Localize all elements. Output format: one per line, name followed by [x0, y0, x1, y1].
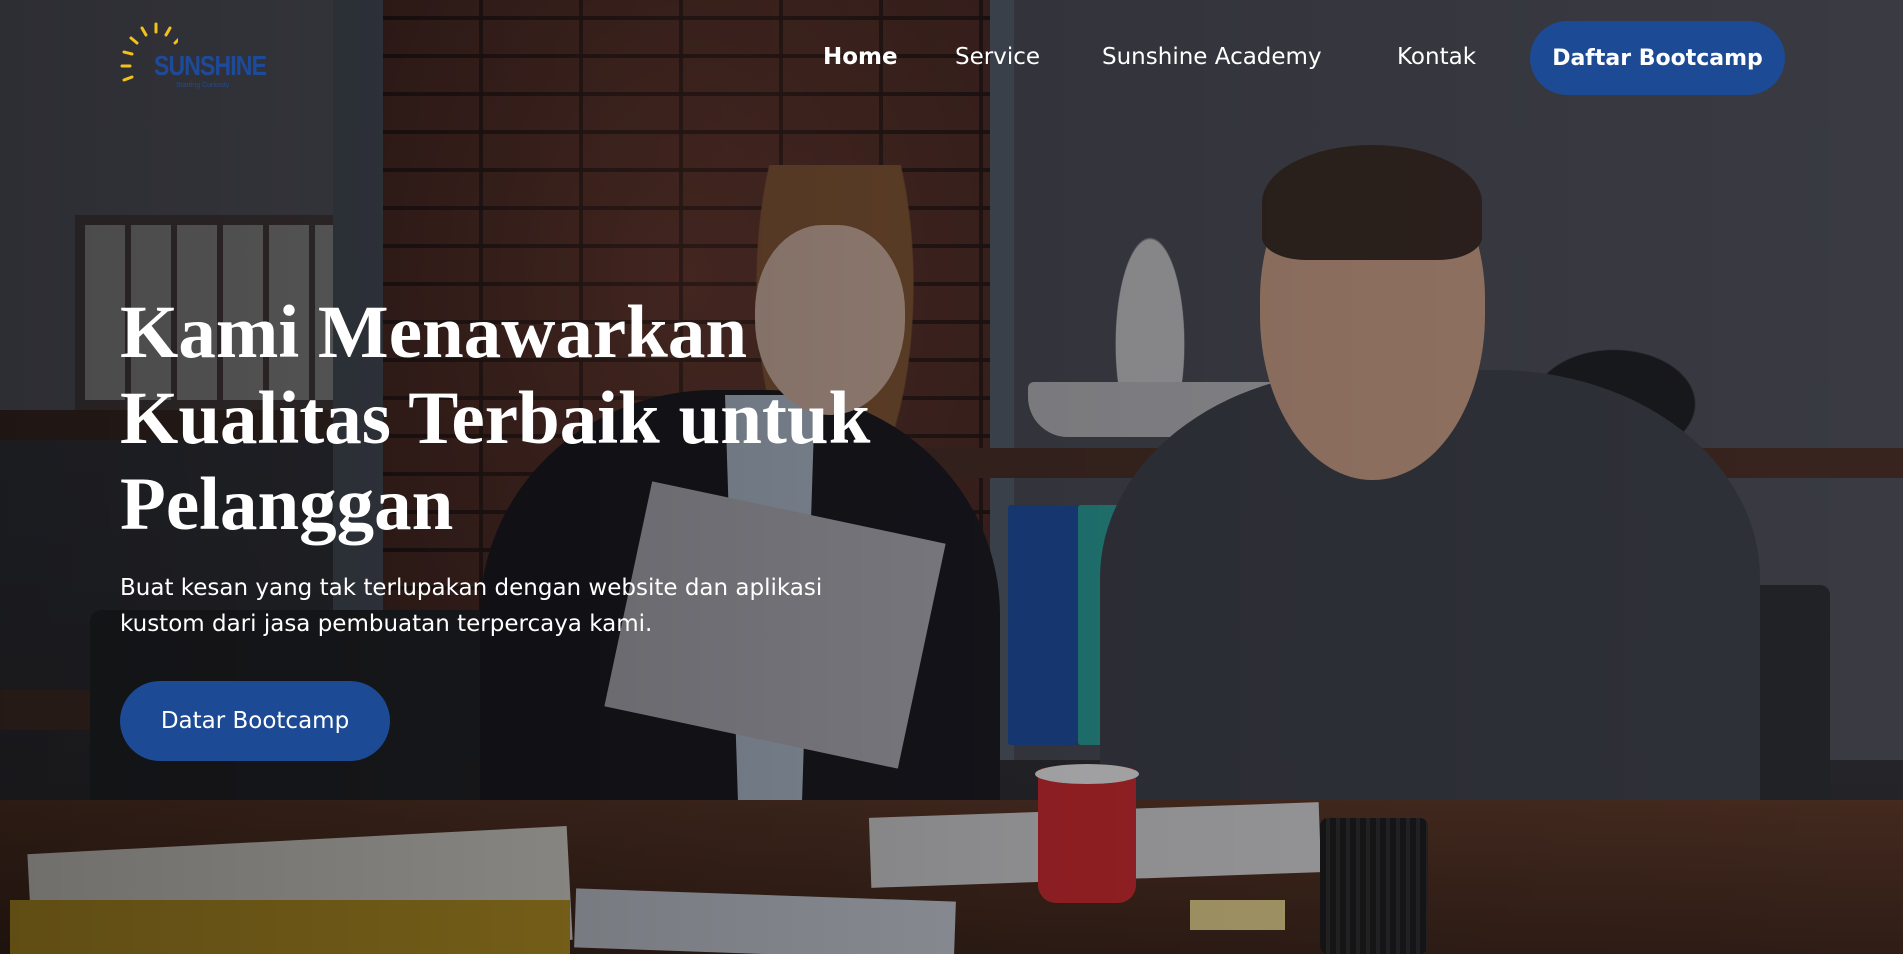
hero-section: SUNSHINE Starting Curiosity Home Service… — [0, 0, 1903, 954]
logo-subtitle: Starting Curiosity — [176, 82, 230, 89]
hero-bootcamp-button[interactable]: Datar Bootcamp — [120, 681, 390, 761]
nav-item-home[interactable]: Home — [823, 44, 898, 70]
hero-title: Kami Menawarkan Kualitas Terbaik untuk P… — [120, 291, 871, 546]
nav-item-kontak[interactable]: Kontak — [1397, 44, 1476, 70]
nav-item-sunshine-academy[interactable]: Sunshine Academy — [1102, 44, 1322, 70]
nav-item-service[interactable]: Service — [955, 44, 1040, 70]
hero-description: Buat kesan yang tak terlupakan dengan we… — [120, 575, 823, 637]
logo-link[interactable]: SUNSHINE Starting Curiosity — [118, 20, 288, 100]
site-header: SUNSHINE Starting Curiosity Home Service… — [0, 0, 1903, 118]
logo-text: SUNSHINE — [154, 50, 267, 81]
daftar-bootcamp-button[interactable]: Daftar Bootcamp — [1530, 21, 1785, 95]
hero-content: Kami Menawarkan Kualitas Terbaik untuk P… — [120, 290, 1020, 761]
